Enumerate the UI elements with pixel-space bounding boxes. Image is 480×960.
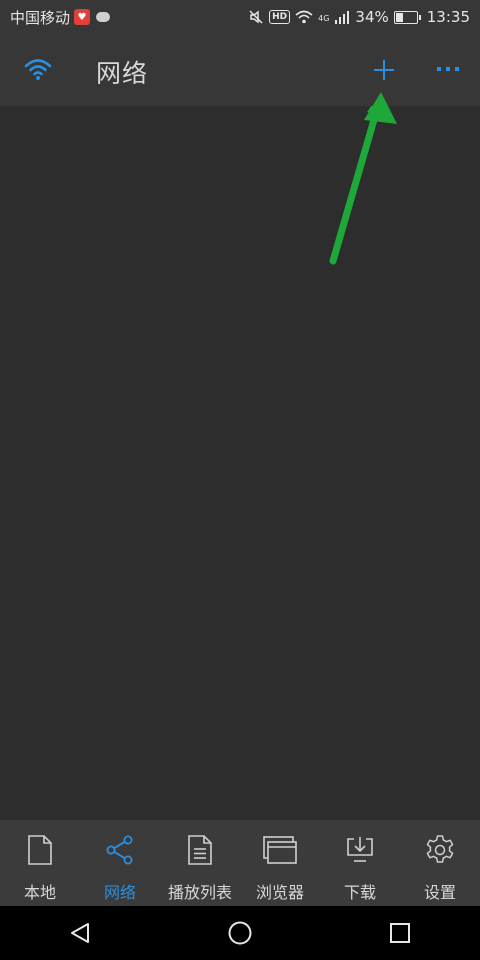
download-icon bbox=[347, 837, 373, 862]
carrier-name: 中国移动 bbox=[10, 8, 71, 27]
recents-button[interactable] bbox=[370, 906, 430, 960]
back-icon bbox=[71, 923, 89, 943]
nav-item-download[interactable]: 下载 bbox=[320, 820, 400, 906]
clock: 13:35 bbox=[426, 8, 470, 26]
gear-icon bbox=[426, 835, 454, 863]
system-nav-bar bbox=[0, 906, 480, 960]
wifi-status-icon bbox=[295, 10, 313, 24]
nav-item-browser[interactable]: 浏览器 bbox=[240, 820, 320, 906]
app-notification-icon: ♥ bbox=[74, 9, 91, 25]
nav-item-settings[interactable]: 设置 bbox=[400, 820, 480, 906]
cloud-icon bbox=[96, 12, 111, 22]
back-button[interactable] bbox=[50, 906, 110, 960]
nav-label: 下载 bbox=[343, 883, 376, 902]
battery-icon bbox=[393, 10, 421, 24]
playlist-icon bbox=[188, 835, 212, 865]
battery-percent: 34% bbox=[355, 8, 389, 26]
mute-icon bbox=[249, 10, 263, 24]
file-icon bbox=[28, 835, 52, 865]
signal-icon bbox=[335, 11, 350, 24]
browser-icon bbox=[263, 836, 297, 864]
nav-item-local[interactable]: 本地 bbox=[0, 820, 80, 906]
home-button[interactable] bbox=[210, 906, 270, 960]
share-icon bbox=[106, 835, 133, 865]
bottom-nav: 本地 网络 播放列表 浏览器 下载 设置 bbox=[0, 820, 480, 906]
nav-item-playlist[interactable]: 播放列表 bbox=[160, 820, 240, 906]
home-icon bbox=[228, 921, 252, 945]
main-content bbox=[0, 92, 480, 820]
recents-icon bbox=[390, 923, 410, 943]
network-type: 4G bbox=[318, 14, 330, 23]
nav-label: 网络 bbox=[103, 883, 136, 902]
annotation-arrowhead bbox=[364, 92, 397, 124]
status-bar: 中国移动 ♥ HD 4G 34% 13:35 bbox=[0, 0, 480, 34]
hd-icon: HD bbox=[269, 10, 291, 24]
nav-label: 本地 bbox=[23, 883, 56, 902]
nav-label: 设置 bbox=[423, 883, 456, 902]
nav-label: 浏览器 bbox=[255, 883, 304, 902]
nav-item-network[interactable]: 网络 bbox=[80, 820, 160, 906]
annotation-arrow bbox=[329, 106, 389, 265]
nav-label: 播放列表 bbox=[167, 883, 232, 902]
